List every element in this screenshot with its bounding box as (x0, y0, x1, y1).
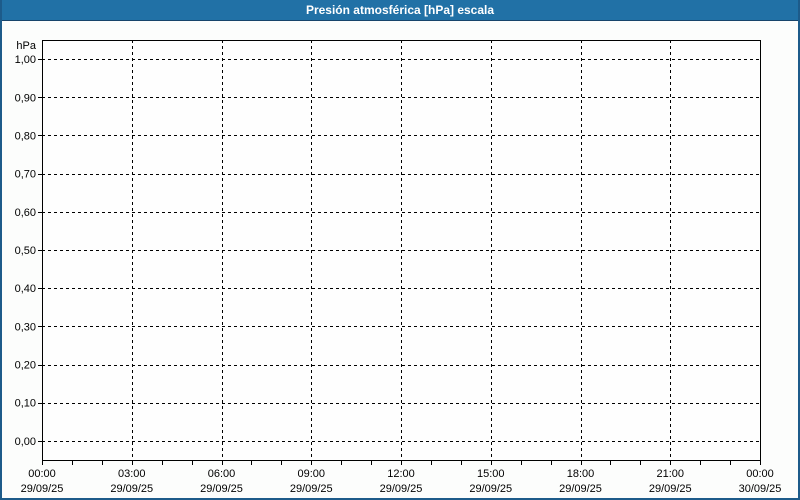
y-tick-label: 0,20 (15, 360, 36, 372)
x-tick-date-label: 29/09/25 (200, 483, 243, 495)
x-tick-time-label: 00:00 (28, 468, 56, 480)
x-tick-date-label: 29/09/25 (469, 483, 512, 495)
pressure-chart: 1,00 0,90 0,80 0,70 0,60 0,50 0,40 0,30 0,20 0,10… (15, 40, 782, 495)
y-tick-label: 0,40 (15, 283, 36, 295)
x-tick-time-label: 18:00 (567, 468, 595, 480)
x-tick-date-label: 29/09/25 (110, 483, 153, 495)
x-tick-time-label: 09:00 (297, 468, 325, 480)
x-tick-date-label: 29/09/25 (21, 483, 64, 495)
y-tick-label: 0,60 (15, 207, 36, 219)
x-tick-date-label: 29/09/25 (290, 483, 333, 495)
y-tick-label: 0,30 (15, 321, 36, 333)
x-tick-date-label: 29/09/25 (559, 483, 602, 495)
y-tick-label: 0,00 (15, 436, 36, 448)
y-axis-unit-label: hPa (16, 40, 36, 52)
y-tick-label: 0,70 (15, 169, 36, 181)
x-tick-time-label: 12:00 (387, 468, 415, 480)
x-tick-time-label: 15:00 (477, 468, 505, 480)
y-tick-label: 0,10 (15, 398, 36, 410)
pressure-chart-window: Presión atmosférica [hPa] escala 1,00 0,9… (0, 0, 800, 500)
x-tick-date-label: 29/09/25 (380, 483, 423, 495)
y-tick-label: 0,90 (15, 92, 36, 104)
x-tick-date-label: 29/09/25 (649, 483, 692, 495)
x-tick-time-label: 06:00 (208, 468, 236, 480)
x-tick-date-label: 30/09/25 (739, 483, 782, 495)
x-tick-time-label: 00:00 (746, 468, 774, 480)
y-tick-label: 0,80 (15, 130, 36, 142)
plot-area: 1,00 0,90 0,80 0,70 0,60 0,50 0,40 0,30 0,20 0,10… (15, 40, 782, 495)
y-tick-label: 1,00 (15, 54, 36, 66)
y-tick-label: 0,50 (15, 245, 36, 257)
x-tick-time-label: 03:00 (118, 468, 146, 480)
x-tick-time-label: 21:00 (656, 468, 684, 480)
